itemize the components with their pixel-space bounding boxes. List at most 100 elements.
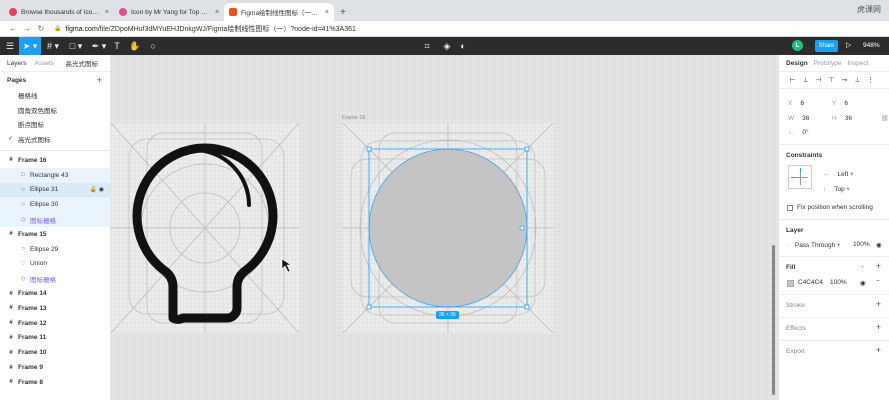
- align-middle-icon[interactable]: ⊸: [838, 76, 851, 84]
- page-item-active[interactable]: ✓ 高光式图标: [0, 132, 110, 147]
- back-icon[interactable]: ←: [6, 24, 20, 33]
- eye-icon[interactable]: ◉: [860, 279, 866, 287]
- constraint-horizontal-select[interactable]: ↔ Left ▾: [823, 170, 853, 178]
- layer-row[interactable]: □ Rectangle 43: [0, 167, 110, 183]
- tab-inspect[interactable]: Inspect: [848, 60, 869, 67]
- distribute-icon[interactable]: ⋮: [864, 76, 877, 84]
- frame-15[interactable]: [111, 122, 300, 334]
- height-field[interactable]: H 36: [832, 115, 852, 122]
- align-right-icon[interactable]: ⊣: [812, 76, 825, 84]
- layer-frame-row[interactable]: # Frame 13: [0, 301, 110, 316]
- align-top-icon[interactable]: ⊤: [825, 76, 838, 84]
- constraint-widget[interactable]: [788, 165, 812, 189]
- vertical-scrollbar[interactable]: [772, 245, 775, 395]
- y-field[interactable]: Y6: [832, 100, 848, 107]
- mask-icon[interactable]: ◈: [440, 37, 454, 55]
- tab-assets[interactable]: Assets: [35, 60, 55, 67]
- resize-handle[interactable]: [524, 146, 530, 152]
- layer-frame-row[interactable]: # Frame 12: [0, 316, 110, 331]
- layer-frame-row[interactable]: # Frame 11: [0, 331, 110, 346]
- layer-row[interactable]: ♡ Union: [0, 257, 110, 272]
- add-stroke-icon[interactable]: +: [876, 299, 881, 309]
- align-left-icon[interactable]: ⊢: [786, 76, 799, 84]
- constraint-vertical-select[interactable]: ↕ Top ▾: [823, 185, 850, 193]
- layer-opacity-field[interactable]: 100%: [853, 241, 870, 248]
- add-page-icon[interactable]: +: [97, 75, 102, 85]
- add-fill-icon[interactable]: +: [876, 261, 881, 271]
- browser-tab-1[interactable]: Browse thousands of Icon ima ×: [4, 3, 114, 21]
- forward-icon[interactable]: →: [20, 24, 34, 33]
- divider: [779, 317, 889, 318]
- layer-row[interactable]: ○ Ellipse 31 🔒 ◉: [0, 182, 110, 198]
- lock-visibility-icons[interactable]: 🔒 ◉: [90, 186, 104, 193]
- reload-icon[interactable]: ↻: [34, 24, 48, 33]
- tab-design[interactable]: Design: [786, 60, 808, 67]
- text-tool-icon[interactable]: T: [111, 37, 123, 55]
- canvas[interactable]: Frame 16 36 × 36: [111, 55, 778, 400]
- rotation-field[interactable]: ∟ 0°: [788, 129, 809, 136]
- contrast-icon[interactable]: ◐: [456, 37, 470, 55]
- layer-frame-row[interactable]: # Frame 10: [0, 345, 110, 360]
- fill-opacity-field[interactable]: 100%: [830, 279, 847, 286]
- share-button[interactable]: Share: [815, 40, 838, 52]
- close-icon[interactable]: ×: [105, 9, 109, 16]
- align-center-h-icon[interactable]: ⊥: [799, 76, 812, 84]
- layer-frame-row[interactable]: # Frame 14: [0, 286, 110, 301]
- layer-name: Frame 9: [18, 364, 43, 372]
- remove-fill-icon[interactable]: −: [876, 278, 880, 285]
- align-bottom-icon[interactable]: ⊥: [851, 76, 864, 84]
- fix-position-checkbox[interactable]: [787, 205, 793, 211]
- styles-icon[interactable]: ⁘: [860, 264, 865, 271]
- resize-handle[interactable]: [366, 304, 372, 310]
- present-icon[interactable]: ▷: [846, 41, 851, 49]
- component-icon[interactable]: ⌗: [420, 37, 434, 55]
- fill-color-swatch[interactable]: [787, 280, 794, 287]
- frame-16[interactable]: [342, 122, 554, 334]
- page-item[interactable]: 圆角双色图标: [0, 103, 110, 118]
- resize-handle[interactable]: [366, 146, 372, 152]
- move-tool-icon[interactable]: ➤ ▾: [19, 37, 41, 55]
- layer-row[interactable]: ○ Ellipse 30: [0, 197, 110, 213]
- x-field[interactable]: X6: [788, 100, 804, 107]
- layer-frame-row[interactable]: # Frame 8: [0, 375, 110, 390]
- frame-tool-icon[interactable]: # ▾: [42, 37, 64, 55]
- browser-tab-3[interactable]: Figma绘制线性图标（一）– Fig ×: [224, 3, 334, 21]
- add-effect-icon[interactable]: +: [876, 322, 881, 332]
- page-item[interactable]: 断点图标: [0, 117, 110, 132]
- tab-prototype[interactable]: Prototype: [814, 60, 842, 67]
- figma-favicon-icon: [229, 8, 237, 16]
- zoom-level[interactable]: 948%: [863, 42, 880, 49]
- arc-handle[interactable]: [519, 225, 525, 231]
- frame-label[interactable]: Frame 16: [342, 115, 366, 121]
- avatar[interactable]: L: [792, 40, 803, 51]
- new-tab-button[interactable]: +: [334, 3, 352, 21]
- comment-tool-icon[interactable]: ○: [146, 37, 160, 55]
- layer-frame-row[interactable]: # Frame 9: [0, 360, 110, 375]
- eye-icon[interactable]: ◉: [876, 241, 882, 249]
- layer-frame-row[interactable]: # Frame 16: [0, 153, 110, 168]
- shape-tool-icon[interactable]: □ ▾: [65, 37, 87, 55]
- close-icon[interactable]: ×: [215, 9, 219, 16]
- menu-icon[interactable]: ☰: [2, 37, 18, 55]
- url-text[interactable]: figma.com/file/ZDpoMHuf3dMYuEHJDnkgWJ/Fi…: [65, 24, 355, 34]
- layer-row[interactable]: ◇ 图标栅格: [0, 212, 110, 227]
- browser-tab-2[interactable]: Icon by Mr Yang for Top Pick S ×: [114, 3, 224, 21]
- current-page-selector[interactable]: 高光式图标: [66, 58, 99, 68]
- add-export-icon[interactable]: +: [876, 345, 881, 355]
- layer-row[interactable]: ○ Ellipse 29: [0, 242, 110, 257]
- width-field[interactable]: W 36: [788, 115, 809, 122]
- blend-mode-select[interactable]: ◌ Pass Through ▾: [787, 241, 840, 249]
- layer-row[interactable]: ◇ 图标栅格: [0, 271, 110, 286]
- fill-hex-field[interactable]: C4C4C4: [798, 279, 823, 286]
- close-icon[interactable]: ×: [325, 9, 329, 16]
- pen-tool-icon[interactable]: ✒ ▾: [88, 37, 110, 55]
- component-instance-icon: ◇: [20, 276, 26, 283]
- page-item[interactable]: 栅格线: [0, 88, 110, 103]
- layer-frame-row[interactable]: # Frame 15: [0, 227, 110, 242]
- resize-handle[interactable]: [524, 304, 530, 310]
- shape-icon: ○: [21, 186, 25, 193]
- ellipse-31[interactable]: [368, 148, 528, 308]
- tab-layers[interactable]: Layers: [7, 60, 27, 67]
- hand-tool-icon[interactable]: ✋: [128, 37, 142, 55]
- constrain-proportions-icon[interactable]: ⛓: [881, 115, 889, 122]
